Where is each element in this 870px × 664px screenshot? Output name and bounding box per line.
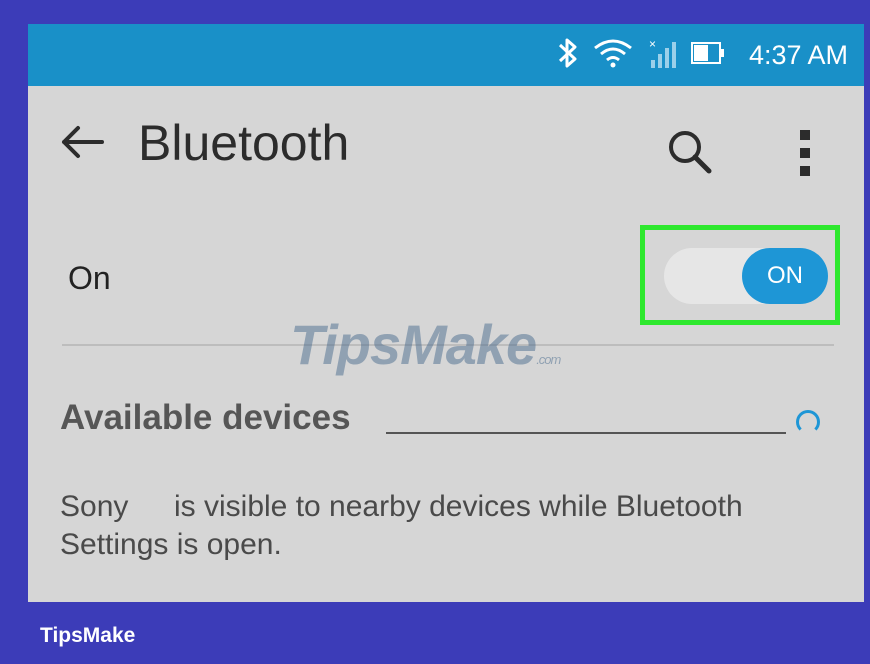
svg-text:×: × bbox=[649, 37, 656, 51]
loading-spinner-icon bbox=[796, 410, 820, 434]
device-name: Sony bbox=[60, 490, 129, 523]
toggle-state-label: ON bbox=[767, 262, 803, 289]
phone-screen: × 4:37 AM Bluetooth On ON TipsMake.com A… bbox=[28, 24, 864, 602]
status-icons: × 4:37 AM bbox=[557, 24, 848, 86]
bluetooth-icon bbox=[557, 36, 579, 75]
bluetooth-on-label: On bbox=[68, 260, 111, 296]
search-icon[interactable] bbox=[666, 128, 714, 181]
status-bar: × 4:37 AM bbox=[28, 24, 864, 86]
available-devices-title: Available devices bbox=[60, 398, 351, 437]
wifi-icon bbox=[593, 38, 633, 73]
signal-icon: × bbox=[647, 36, 677, 75]
page-title: Bluetooth bbox=[138, 115, 350, 171]
watermark-logo: TipsMake.com bbox=[290, 313, 561, 376]
visibility-note: Sony is visible to nearby devices while B… bbox=[60, 488, 830, 564]
toggle-knob: ON bbox=[742, 248, 828, 304]
app-bar: Bluetooth bbox=[28, 86, 864, 198]
status-time: 4:37 AM bbox=[748, 39, 848, 70]
bluetooth-toggle[interactable]: ON bbox=[664, 248, 828, 304]
battery-icon bbox=[690, 41, 725, 69]
footer-brand: TipsMake bbox=[40, 624, 136, 647]
section-underline bbox=[386, 432, 786, 434]
arrow-left-icon[interactable] bbox=[58, 124, 106, 165]
more-vertical-icon[interactable] bbox=[798, 128, 814, 185]
